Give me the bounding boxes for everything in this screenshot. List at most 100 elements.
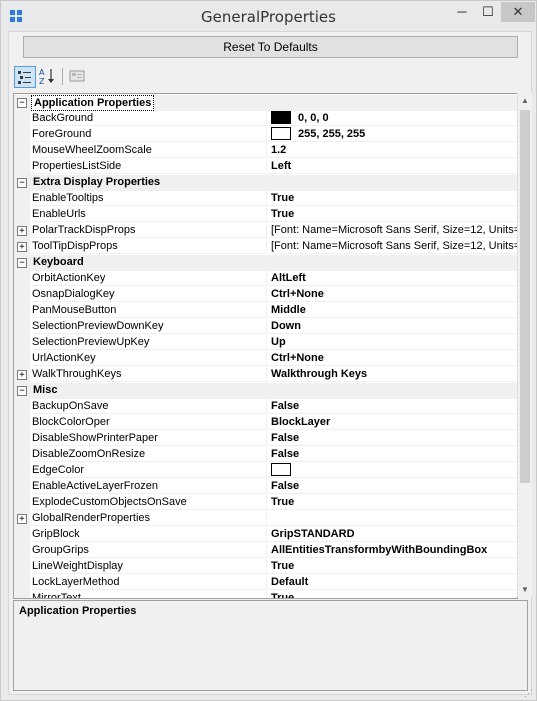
property-row[interactable]: ForeGround 255, 255, 255 bbox=[14, 127, 517, 143]
vertical-scrollbar[interactable]: ▲ ▼ bbox=[517, 93, 532, 597]
property-row[interactable]: EnableActiveLayerFrozen False bbox=[14, 479, 517, 495]
property-name[interactable]: PanMouseButton bbox=[30, 303, 267, 318]
property-row[interactable]: GroupGrips AllEntitiesTransformbyWithBoun… bbox=[14, 543, 517, 559]
property-name[interactable]: PropertiesListSide bbox=[30, 159, 267, 174]
property-row[interactable]: GripBlock GripSTANDARD bbox=[14, 527, 517, 543]
property-grid[interactable]: − Application Properties BackGround 0, 0, 0… bbox=[13, 93, 518, 599]
property-value[interactable]: True bbox=[268, 559, 517, 574]
property-name[interactable]: DisableZoomOnResize bbox=[30, 447, 267, 462]
property-row[interactable]: + GlobalRenderProperties bbox=[14, 511, 517, 527]
property-name[interactable]: PolarTrackDispProps bbox=[30, 223, 267, 238]
property-name[interactable]: BackupOnSave bbox=[30, 399, 267, 414]
property-value[interactable]: True bbox=[268, 191, 517, 206]
property-name[interactable]: GripBlock bbox=[30, 527, 267, 542]
property-name[interactable]: OrbitActionKey bbox=[30, 271, 267, 286]
property-value[interactable]: Middle bbox=[268, 303, 517, 318]
property-name[interactable]: OsnapDialogKey bbox=[30, 287, 267, 302]
property-row[interactable]: LineWeightDisplay True bbox=[14, 559, 517, 575]
property-value[interactable]: [Font: Name=Microsoft Sans Serif, Size=1… bbox=[268, 239, 517, 254]
property-name[interactable]: ExplodeCustomObjectsOnSave bbox=[30, 495, 267, 510]
property-name[interactable]: MirrorText bbox=[30, 591, 267, 598]
property-row[interactable]: MirrorText True bbox=[14, 591, 517, 598]
property-value[interactable]: True bbox=[268, 495, 517, 510]
property-value[interactable]: Walkthrough Keys bbox=[268, 367, 517, 382]
property-value[interactable]: True bbox=[268, 207, 517, 222]
property-name[interactable]: EdgeColor bbox=[30, 463, 267, 478]
property-value[interactable]: 255, 255, 255 bbox=[268, 127, 517, 142]
property-name[interactable]: SelectionPreviewDownKey bbox=[30, 319, 267, 334]
property-name[interactable]: BlockColorOper bbox=[30, 415, 267, 430]
property-value[interactable]: Ctrl+None bbox=[268, 287, 517, 302]
property-name[interactable]: GroupGrips bbox=[30, 543, 267, 558]
reset-to-defaults-button[interactable]: Reset To Defaults bbox=[23, 36, 518, 58]
property-value[interactable]: False bbox=[268, 447, 517, 462]
property-name[interactable]: MouseWheelZoomScale bbox=[30, 143, 267, 158]
property-value[interactable]: GripSTANDARD bbox=[268, 527, 517, 542]
property-row[interactable]: EnableTooltips True bbox=[14, 191, 517, 207]
property-row[interactable]: EnableUrls True bbox=[14, 207, 517, 223]
property-row[interactable]: BackGround 0, 0, 0 bbox=[14, 111, 517, 127]
property-row[interactable]: OrbitActionKey AltLeft bbox=[14, 271, 517, 287]
category-row[interactable]: − Application Properties bbox=[14, 95, 517, 111]
property-value[interactable]: Default bbox=[268, 575, 517, 590]
scrollbar-thumb[interactable] bbox=[520, 110, 530, 483]
property-row[interactable]: BlockColorOper BlockLayer bbox=[14, 415, 517, 431]
expand-icon[interactable]: + bbox=[17, 226, 27, 236]
minimize-button[interactable]: ─ bbox=[449, 2, 475, 22]
property-row[interactable]: + PolarTrackDispProps [Font: Name=Microsof… bbox=[14, 223, 517, 239]
property-value[interactable]: False bbox=[268, 431, 517, 446]
property-name[interactable]: EnableTooltips bbox=[30, 191, 267, 206]
property-row[interactable]: SelectionPreviewUpKey Up bbox=[14, 335, 517, 351]
category-row[interactable]: − Extra Display Properties bbox=[14, 175, 517, 191]
property-row[interactable]: + ToolTipDispProps [Font: Name=Microsoft S… bbox=[14, 239, 517, 255]
property-row[interactable]: OsnapDialogKey Ctrl+None bbox=[14, 287, 517, 303]
property-row[interactable]: PropertiesListSide Left bbox=[14, 159, 517, 175]
property-value[interactable]: True bbox=[268, 591, 517, 598]
property-row[interactable]: DisableZoomOnResize False bbox=[14, 447, 517, 463]
property-value[interactable]: [Font: Name=Microsoft Sans Serif, Size=1… bbox=[268, 223, 517, 238]
property-name[interactable]: GlobalRenderProperties bbox=[30, 511, 267, 526]
property-name[interactable]: SelectionPreviewUpKey bbox=[30, 335, 267, 350]
expand-icon[interactable]: + bbox=[17, 370, 27, 380]
property-value[interactable]: False bbox=[268, 399, 517, 414]
property-row[interactable]: MouseWheelZoomScale 1.2 bbox=[14, 143, 517, 159]
property-row[interactable]: SelectionPreviewDownKey Down bbox=[14, 319, 517, 335]
title-bar[interactable]: GeneralProperties ─ ☐ ✕ bbox=[1, 1, 536, 31]
collapse-icon[interactable]: − bbox=[17, 178, 27, 188]
property-name[interactable]: BackGround bbox=[30, 111, 267, 126]
property-row[interactable]: UrlActionKey Ctrl+None bbox=[14, 351, 517, 367]
resize-grip-icon[interactable]: ⋰ bbox=[524, 688, 534, 698]
property-value[interactable]: Down bbox=[268, 319, 517, 334]
expand-icon[interactable]: + bbox=[17, 514, 27, 524]
property-row[interactable]: LockLayerMethod Default bbox=[14, 575, 517, 591]
collapse-icon[interactable]: − bbox=[17, 386, 27, 396]
property-row[interactable]: EdgeColor bbox=[14, 463, 517, 479]
property-name[interactable]: DisableShowPrinterPaper bbox=[30, 431, 267, 446]
property-value[interactable] bbox=[268, 511, 517, 526]
close-button[interactable]: ✕ bbox=[501, 2, 535, 22]
property-name[interactable]: ToolTipDispProps bbox=[30, 239, 267, 254]
property-row[interactable]: DisableShowPrinterPaper False bbox=[14, 431, 517, 447]
category-row[interactable]: − Keyboard bbox=[14, 255, 517, 271]
categorized-button[interactable] bbox=[14, 66, 36, 88]
collapse-icon[interactable]: − bbox=[17, 258, 27, 268]
property-name[interactable]: WalkThroughKeys bbox=[30, 367, 267, 382]
property-name[interactable]: LockLayerMethod bbox=[30, 575, 267, 590]
property-value[interactable]: 0, 0, 0 bbox=[268, 111, 517, 126]
property-pages-button[interactable] bbox=[67, 66, 87, 86]
property-value[interactable]: Ctrl+None bbox=[268, 351, 517, 366]
property-value[interactable]: AllEntitiesTransformbyWithBoundingBox bbox=[268, 543, 517, 558]
alphabetical-button[interactable]: A Z bbox=[37, 66, 57, 86]
scroll-down-arrow-icon[interactable]: ▼ bbox=[518, 582, 532, 597]
expand-icon[interactable]: + bbox=[17, 242, 27, 252]
property-value[interactable]: 1.2 bbox=[268, 143, 517, 158]
property-value[interactable]: False bbox=[268, 479, 517, 494]
property-value[interactable]: Left bbox=[268, 159, 517, 174]
property-name[interactable]: EnableUrls bbox=[30, 207, 267, 222]
property-row[interactable]: + WalkThroughKeys Walkthrough Keys bbox=[14, 367, 517, 383]
scroll-up-arrow-icon[interactable]: ▲ bbox=[518, 93, 532, 108]
property-value[interactable]: AltLeft bbox=[268, 271, 517, 286]
property-row[interactable]: PanMouseButton Middle bbox=[14, 303, 517, 319]
property-name[interactable]: ForeGround bbox=[30, 127, 267, 142]
collapse-icon[interactable]: − bbox=[17, 98, 27, 108]
